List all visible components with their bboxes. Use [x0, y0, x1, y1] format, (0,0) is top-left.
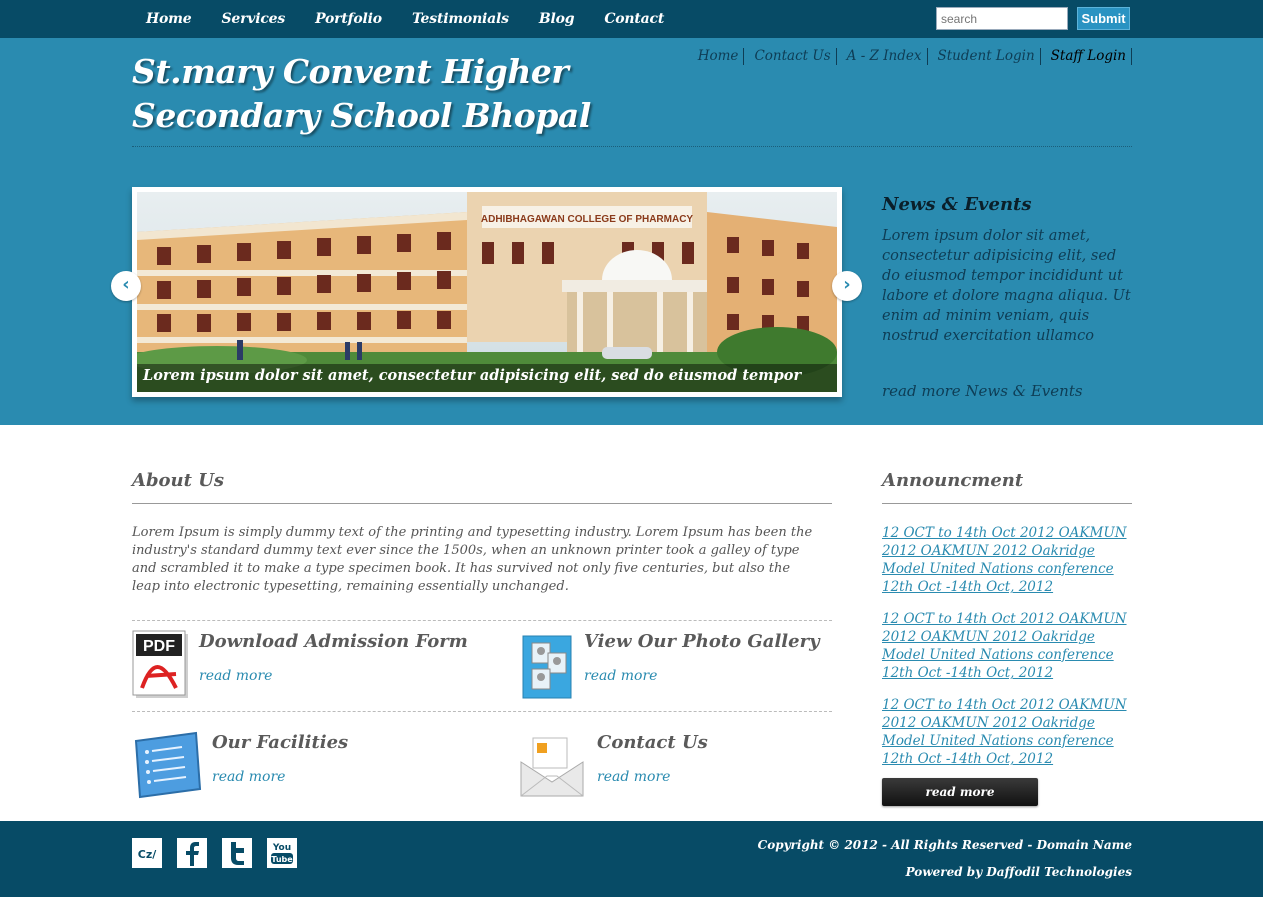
slider-prev-button[interactable]: ‹	[111, 271, 141, 301]
svg-text:PDF: PDF	[143, 638, 175, 655]
cz-icon[interactable]: Cz/	[132, 838, 162, 868]
announcement-item[interactable]: 12 OCT to 14th Oct 2012 OAKMUN 2012 OAKM…	[882, 524, 1132, 596]
twitter-icon[interactable]	[222, 838, 252, 868]
footer: Cz/ You Tube Copyright © 2012 - All Righ…	[0, 821, 1263, 897]
search-submit-button[interactable]: Submit	[1077, 7, 1130, 30]
powered-by-text: Powered by Daffodil Technologies	[905, 865, 1132, 879]
site-title: St.mary Convent Higher Secondary School …	[132, 52, 591, 135]
subnav-student-login[interactable]: Student Login	[928, 48, 1041, 65]
main-nav: Home Services Portfolio Testimonials Blo…	[146, 0, 694, 38]
announcement-item[interactable]: 12 OCT to 14th Oct 2012 OAKMUN 2012 OAKM…	[882, 696, 1132, 768]
subnav-staff-login[interactable]: Staff Login	[1041, 48, 1132, 65]
secondary-nav: Home Contact Us A - Z Index Student Logi…	[688, 48, 1132, 65]
nav-portfolio[interactable]: Portfolio	[315, 11, 382, 27]
contact-us-read-more[interactable]: read more	[597, 769, 670, 785]
our-facilities-title[interactable]: Our Facilities	[212, 732, 348, 753]
admission-form-read-more[interactable]: read more	[199, 668, 272, 684]
dashed-divider	[132, 711, 832, 712]
facilities-read-more[interactable]: read more	[212, 769, 285, 785]
photo-gallery-icon[interactable]	[522, 633, 574, 703]
envelope-icon[interactable]	[519, 734, 585, 804]
top-navbar: Home Services Portfolio Testimonials Blo…	[0, 0, 1263, 38]
building-sign-text: ADHIBHAGAWAN COLLEGE OF PHARMACY	[481, 214, 694, 225]
about-us-text: Lorem Ipsum is simply dummy text of the …	[132, 525, 813, 594]
announcement-divider	[882, 503, 1132, 504]
nav-testimonials[interactable]: Testimonials	[412, 11, 509, 27]
slide-caption: Lorem ipsum dolor sit amet, consectetur …	[137, 364, 837, 392]
hero-divider	[132, 146, 1132, 147]
announcement-title: Announcment	[882, 470, 1024, 491]
hero-section: St.mary Convent Higher Secondary School …	[0, 38, 1263, 425]
nav-blog[interactable]: Blog	[539, 11, 575, 27]
subnav-contact-us[interactable]: Contact Us	[744, 48, 837, 65]
news-events-title: News & Events	[882, 194, 1032, 215]
svg-text:Cz/: Cz/	[138, 848, 157, 861]
photo-gallery-read-more[interactable]: read more	[584, 668, 657, 684]
copyright-text: Copyright © 2012 - All Rights Reserved -…	[757, 838, 1132, 852]
facilities-icon[interactable]	[132, 731, 202, 803]
image-slider: ADHIBHAGAWAN COLLEGE OF PHARMACY Lorem i…	[132, 187, 842, 397]
chevron-left-icon: ‹	[122, 274, 130, 295]
svg-text:Tube: Tube	[271, 855, 293, 864]
search-input[interactable]	[936, 7, 1068, 30]
view-photo-gallery-title[interactable]: View Our Photo Gallery	[584, 631, 820, 652]
nav-services[interactable]: Services	[222, 11, 286, 27]
college-building-illustration: ADHIBHAGAWAN COLLEGE OF PHARMACY	[137, 192, 837, 392]
about-us-divider	[132, 503, 832, 504]
subnav-a-z-index[interactable]: A - Z Index	[837, 48, 928, 65]
subnav-home[interactable]: Home	[688, 48, 745, 65]
chevron-right-icon: ›	[843, 274, 851, 295]
news-events-text: Lorem ipsum dolor sit amet, consectetur …	[882, 228, 1131, 344]
facebook-icon[interactable]	[177, 838, 207, 868]
read-more-announcement-button[interactable]: read more Announcment	[882, 778, 1038, 827]
news-events-read-more-link[interactable]: read more News & Events	[882, 382, 1083, 400]
about-us-title: About Us	[132, 470, 225, 491]
contact-us-title[interactable]: Contact Us	[597, 732, 708, 753]
dashed-divider	[132, 620, 832, 621]
svg-text:You: You	[272, 843, 291, 853]
youtube-icon[interactable]: You Tube	[267, 838, 297, 868]
download-admission-form-title[interactable]: Download Admission Form	[199, 631, 468, 652]
nav-contact[interactable]: Contact	[604, 11, 664, 27]
announcement-item[interactable]: 12 OCT to 14th Oct 2012 OAKMUN 2012 OAKM…	[882, 610, 1132, 682]
slide-image: ADHIBHAGAWAN COLLEGE OF PHARMACY Lorem i…	[137, 192, 837, 392]
nav-home[interactable]: Home	[146, 11, 192, 27]
slider-next-button[interactable]: ›	[832, 271, 862, 301]
pdf-icon[interactable]: PDF	[132, 630, 190, 704]
